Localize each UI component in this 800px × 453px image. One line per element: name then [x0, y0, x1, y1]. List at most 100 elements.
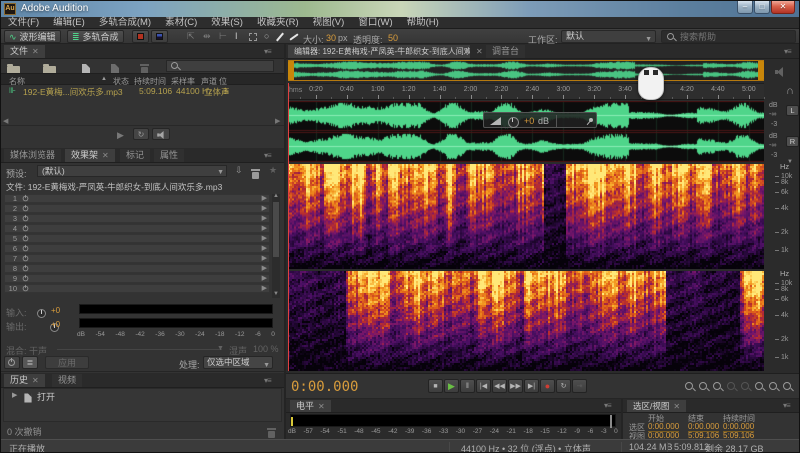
left-channel-button[interactable]: L: [786, 105, 799, 116]
power-icon[interactable]: [23, 276, 29, 282]
stop-button[interactable]: ■: [428, 379, 443, 393]
skip-button[interactable]: ⇥: [572, 379, 587, 393]
headphones-icon[interactable]: ∩: [786, 85, 794, 97]
playhead[interactable]: [288, 83, 289, 371]
slot-arrow-icon[interactable]: ▶: [262, 264, 267, 272]
process-dropdown[interactable]: 仅选中区域▼: [203, 356, 273, 369]
tab-selection-view[interactable]: 选区/视图✕: [627, 400, 686, 412]
menu-item[interactable]: 效果(S): [204, 17, 250, 29]
tab-mixer[interactable]: 调音台: [486, 45, 525, 58]
overview-strip[interactable]: [288, 60, 764, 81]
time-ruler[interactable]: hms 0:200:401:001:201:402:002:202:403:00…: [288, 83, 764, 100]
spot-healing-tool-icon[interactable]: [289, 33, 298, 40]
input-gain-value[interactable]: +0: [51, 306, 60, 315]
spectral-view-button[interactable]: [151, 30, 168, 43]
minimize-button[interactable]: –: [737, 1, 753, 14]
tab-levels[interactable]: 电平✕: [290, 400, 331, 412]
tab-markers[interactable]: 标记: [120, 149, 150, 162]
brush-size-value[interactable]: 30: [326, 33, 336, 43]
favorite-star-icon[interactable]: ★: [269, 165, 277, 176]
preset-dropdown[interactable]: (默认)▼: [37, 165, 227, 177]
multitrack-button[interactable]: ≣多轨合成: [67, 30, 124, 43]
zoom-out-button[interactable]: [697, 380, 710, 393]
pause-button[interactable]: ‖: [460, 379, 475, 393]
file-row[interactable]: ⊪ 192-E黄梅...间欢乐多.mp3 5:09.106 44100 Hz 立…: [1, 85, 284, 97]
close-icon[interactable]: ✕: [318, 402, 325, 411]
power-icon[interactable]: [23, 266, 29, 272]
forward-button[interactable]: ▶▶: [508, 379, 523, 393]
zoom-selection-button[interactable]: [711, 380, 724, 393]
lasso-selection-tool-icon[interactable]: ○: [264, 31, 269, 41]
tab-files[interactable]: 文件✕: [4, 45, 45, 58]
workspace-dropdown[interactable]: 默认▼: [561, 30, 656, 43]
tab-effects-rack[interactable]: 效果架✕: [65, 149, 115, 162]
close-icon[interactable]: ✕: [673, 402, 680, 411]
zoom-full-button[interactable]: [781, 380, 794, 393]
effect-slot[interactable]: 8▶: [4, 264, 270, 273]
panel-menu-icon[interactable]: ▾≡: [604, 401, 611, 410]
hscroll-left-icon[interactable]: ◀: [3, 117, 8, 125]
close-button[interactable]: ✕: [771, 1, 795, 14]
rack-scrollbar[interactable]: ▲ ▼: [272, 194, 280, 298]
waveform-display[interactable]: [288, 101, 764, 162]
tab-media-browser[interactable]: 媒体浏览器: [4, 149, 61, 162]
move-tool-icon[interactable]: ⇱: [187, 31, 195, 42]
slot-arrow-icon[interactable]: ▶: [262, 234, 267, 242]
close-icon[interactable]: ✕: [476, 47, 483, 56]
menu-item[interactable]: 窗口(W): [351, 17, 399, 29]
spectrogram-left[interactable]: [288, 164, 764, 269]
help-search-box[interactable]: [661, 30, 796, 43]
close-icon[interactable]: ✕: [32, 47, 39, 56]
help-search-input[interactable]: [680, 32, 790, 42]
slip-tool-icon[interactable]: ⇹: [203, 31, 211, 42]
slot-arrow-icon[interactable]: ▶: [262, 244, 267, 252]
menu-item[interactable]: 素材(C): [158, 17, 204, 29]
delete-preset-icon[interactable]: [251, 169, 260, 179]
record-button[interactable]: ●: [540, 379, 555, 393]
menu-item[interactable]: 多轨合成(M): [92, 17, 158, 29]
monitor-speaker-icon[interactable]: [775, 67, 787, 77]
opacity-value[interactable]: 50: [388, 33, 398, 43]
slot-arrow-icon[interactable]: ▶: [262, 274, 267, 282]
close-icon[interactable]: ✕: [102, 151, 109, 160]
loop-playback-icon[interactable]: ↻: [133, 128, 149, 140]
power-icon[interactable]: [23, 236, 29, 242]
files-search-box[interactable]: [166, 60, 274, 72]
effect-slot[interactable]: 10▶: [4, 284, 270, 293]
effect-slot[interactable]: 1▶: [4, 194, 270, 203]
overview-selection-handle-right[interactable]: [758, 60, 764, 81]
history-entry[interactable]: ▶ 打开: [4, 390, 283, 401]
waveform-editor-button[interactable]: ∿波形编辑: [4, 30, 61, 43]
tab-history[interactable]: 历史✕: [4, 374, 45, 387]
panel-menu-icon[interactable]: ▾≡: [264, 47, 271, 56]
save-preset-icon[interactable]: ⇩: [235, 165, 243, 176]
menu-item[interactable]: 编辑(E): [46, 17, 92, 29]
trash-icon[interactable]: [267, 428, 276, 438]
overview-waveform[interactable]: [294, 61, 758, 80]
preview-play-icon[interactable]: ▶: [117, 130, 124, 141]
zoom-in-width-button[interactable]: [753, 380, 766, 393]
menu-item[interactable]: 收藏夹(R): [250, 17, 306, 29]
time-display[interactable]: 0:00.000: [291, 379, 358, 395]
zoom-out-amplitude-button[interactable]: [739, 380, 752, 393]
panel-menu-icon[interactable]: ▾≡: [264, 151, 271, 160]
sort-arrow-icon[interactable]: ▲: [101, 76, 107, 82]
slot-arrow-icon[interactable]: ▶: [262, 284, 267, 292]
slot-arrow-icon[interactable]: ▶: [262, 254, 267, 262]
panel-menu-icon[interactable]: ▾≡: [784, 47, 791, 56]
overview-selection-handle-left[interactable]: [288, 60, 294, 81]
power-icon[interactable]: [23, 206, 29, 212]
slot-arrow-icon[interactable]: ▶: [262, 214, 267, 222]
to-end-button[interactable]: ▶|: [524, 379, 539, 393]
panel-menu-icon[interactable]: ▾≡: [783, 401, 790, 410]
rack-list-toggle[interactable]: ≣: [22, 356, 38, 369]
zoom-out-width-button[interactable]: [767, 380, 780, 393]
output-gain-value[interactable]: +0: [51, 320, 60, 329]
chevron-down-icon[interactable]: ▼: [464, 48, 471, 55]
pin-icon[interactable]: [585, 117, 594, 128]
power-icon[interactable]: [23, 246, 29, 252]
power-icon[interactable]: [23, 226, 29, 232]
mix-slider-track[interactable]: [57, 349, 222, 350]
effect-slot[interactable]: 5▶: [4, 234, 270, 243]
right-channel-button[interactable]: R: [786, 136, 799, 147]
